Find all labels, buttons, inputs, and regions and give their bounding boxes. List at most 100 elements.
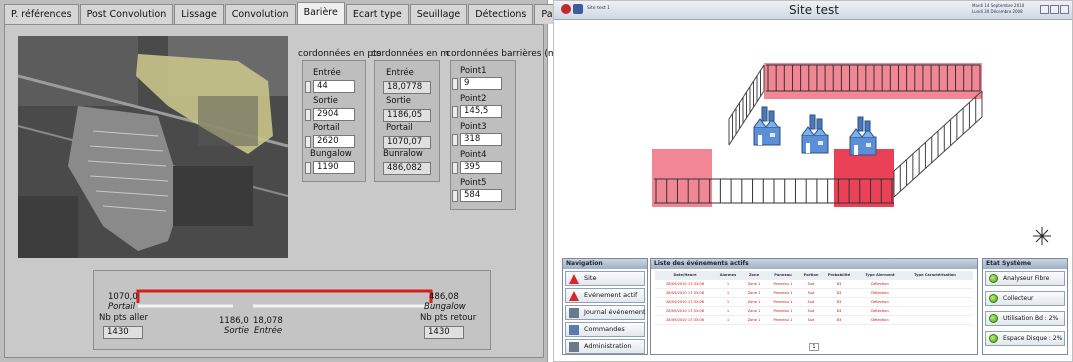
events-pager[interactable]: 1 xyxy=(809,343,819,351)
table-row[interactable]: 28/09/2010 17:33:06 1 Zone 1 Panneau 1 Sud 83… xyxy=(655,298,973,307)
barrier-point-label: Point1 xyxy=(460,66,487,76)
status-ok-icon xyxy=(989,294,998,303)
barrier-point-control[interactable]: 395 xyxy=(452,161,514,174)
nav-item-0[interactable]: Site xyxy=(565,271,645,286)
status-ok-icon xyxy=(989,274,998,283)
barrier-point-list: Point1 9 Point2 145,5 Point3 318 Point4 395 Poin… xyxy=(452,66,514,206)
table-header: Date/Heure Alarmes Zone Panneau Portion Proba… xyxy=(655,271,973,280)
pts-entree-control[interactable]: 44 xyxy=(305,80,355,93)
zone-back[interactable] xyxy=(764,63,982,99)
table-cell: Zone 1 xyxy=(747,291,761,295)
tab-2[interactable]: Lissage xyxy=(174,4,224,24)
m-portail-value: 1070,07 xyxy=(383,136,431,149)
tab-4[interactable]: Barière xyxy=(296,2,345,24)
status-item-3[interactable]: Espace Disque : 2% xyxy=(985,331,1065,346)
nav-item-label: Evénement actif xyxy=(584,291,638,299)
barrier-point-input[interactable]: 9 xyxy=(460,77,502,90)
nav-item-label: Journal événement xyxy=(584,308,646,316)
table-cell xyxy=(905,307,965,315)
table-cell: Zone 1 xyxy=(747,309,761,313)
factory-icon[interactable] xyxy=(753,106,781,146)
nav-item-4[interactable]: Administration xyxy=(565,339,645,354)
barrier-point-control[interactable]: 318 xyxy=(452,133,514,146)
tab-7[interactable]: Détections xyxy=(468,4,534,24)
table-row[interactable]: 28/09/2010 17:33:06 1 Zone 1 Panneau 1 Sud 83… xyxy=(655,289,973,298)
column-header: Panneau xyxy=(774,273,792,277)
table-row[interactable]: 28/09/2010 17:33:06 1 Zone 1 Panneau 1 Sud 83… xyxy=(655,280,973,289)
status-item-0[interactable]: Analyseur Fibre xyxy=(985,271,1065,286)
tab-6[interactable]: Seuillage xyxy=(409,4,468,24)
spin-icon[interactable] xyxy=(305,161,311,174)
factory-icon[interactable] xyxy=(849,116,877,156)
table-cell: Détection xyxy=(871,318,889,322)
spin-icon[interactable] xyxy=(305,80,311,93)
table-cell: 28/09/2010 17:33:06 xyxy=(666,300,704,304)
zone-left[interactable] xyxy=(652,149,712,207)
nb-retour-label: Nb pts retour xyxy=(420,313,477,323)
spin-icon[interactable] xyxy=(452,105,458,118)
barrier-point-label: Point2 xyxy=(460,94,487,104)
table-cell: 28/09/2010 17:33:06 xyxy=(666,282,704,286)
aerial-photo-drawing xyxy=(18,36,288,258)
table-cell: Sud xyxy=(807,282,815,286)
barrier-point-control[interactable]: 584 xyxy=(452,189,514,202)
spin-icon[interactable] xyxy=(305,108,311,121)
table-cell: 1 xyxy=(726,318,730,322)
pts-bungalow-input[interactable]: 1190 xyxy=(313,161,355,174)
spin-icon[interactable] xyxy=(452,189,458,202)
tab-5[interactable]: Ecart type xyxy=(345,4,409,24)
pts-bungalow-control[interactable]: 1190 xyxy=(305,161,355,174)
column-header: Date/Heure xyxy=(673,273,697,277)
barrier-point-input[interactable]: 318 xyxy=(460,133,502,146)
pts-portail-control[interactable]: 2620 xyxy=(305,135,355,148)
tab-bar: P. références Post Convolution Lissage Conv… xyxy=(4,2,633,24)
m-sortie-label: Sortie xyxy=(386,96,412,106)
tab-1[interactable]: Post Convolution xyxy=(79,4,174,24)
table-row[interactable]: 28/09/2010 17:33:06 1 Zone 1 Panneau 1 Sud 83… xyxy=(655,307,973,316)
spin-icon[interactable] xyxy=(452,161,458,174)
column-header: Probabilité xyxy=(827,273,851,277)
header-m: cordonnées en m xyxy=(371,49,450,59)
pts-portail-input[interactable]: 2620 xyxy=(313,135,355,148)
table-cell: 1 xyxy=(726,282,730,286)
table-cell: 1 xyxy=(726,309,730,313)
barrier-point-input[interactable]: 395 xyxy=(460,161,502,174)
table-cell: Sud xyxy=(807,318,815,322)
column-header: Alarmes xyxy=(719,273,737,277)
spin-icon[interactable] xyxy=(452,77,458,90)
zone-front-right[interactable] xyxy=(834,149,894,207)
status-item-label: Analyseur Fibre xyxy=(1003,275,1050,282)
factory-icon[interactable] xyxy=(801,114,829,154)
close-button[interactable] xyxy=(1060,5,1069,14)
status-item-1[interactable]: Collecteur xyxy=(985,291,1065,306)
spin-icon[interactable] xyxy=(452,133,458,146)
status-item-2[interactable]: Utilisation Bd : 2% xyxy=(985,311,1065,326)
header-pts: cordonnées en pts xyxy=(298,49,382,59)
column-header: Zone xyxy=(748,273,760,277)
table-row[interactable]: 28/09/2010 17:33:06 1 Zone 1 Panneau 1 Sud 83… xyxy=(655,316,973,325)
journal-icon xyxy=(569,308,579,318)
spin-icon[interactable] xyxy=(305,135,311,148)
nav-item-1[interactable]: Evénement actif xyxy=(565,288,645,303)
tab-0[interactable]: P. références xyxy=(4,4,79,24)
nav-item-2[interactable]: Journal événement xyxy=(565,305,646,320)
pts-sortie-input[interactable]: 2904 xyxy=(313,108,355,121)
site-map[interactable] xyxy=(554,21,1072,255)
maximize-button[interactable] xyxy=(1050,5,1059,14)
barrier-point-control[interactable]: 9 xyxy=(452,77,514,90)
tab-3[interactable]: Convolution xyxy=(224,4,296,24)
portail-value: 1070,0 xyxy=(108,292,138,302)
pts-sortie-control[interactable]: 2904 xyxy=(305,108,355,121)
nav-item-3[interactable]: Commandes xyxy=(565,322,645,337)
barrier-point-control[interactable]: 145,5 xyxy=(452,105,514,118)
table-cell: 1 xyxy=(726,300,730,304)
labview-panel: P. références Post Convolution Lissage Conv… xyxy=(0,0,633,362)
minimize-button[interactable] xyxy=(1040,5,1049,14)
system-status-panel: Etat Système Analyseur Fibre Collecteur Ut… xyxy=(982,258,1068,355)
pts-entree-input[interactable]: 44 xyxy=(313,80,355,93)
barrier-point-input[interactable]: 584 xyxy=(460,189,502,202)
barrier-point-input[interactable]: 145,5 xyxy=(460,105,502,118)
table-cell xyxy=(905,280,965,288)
table-cell: Détection xyxy=(871,309,889,313)
aerial-photo xyxy=(18,36,288,258)
